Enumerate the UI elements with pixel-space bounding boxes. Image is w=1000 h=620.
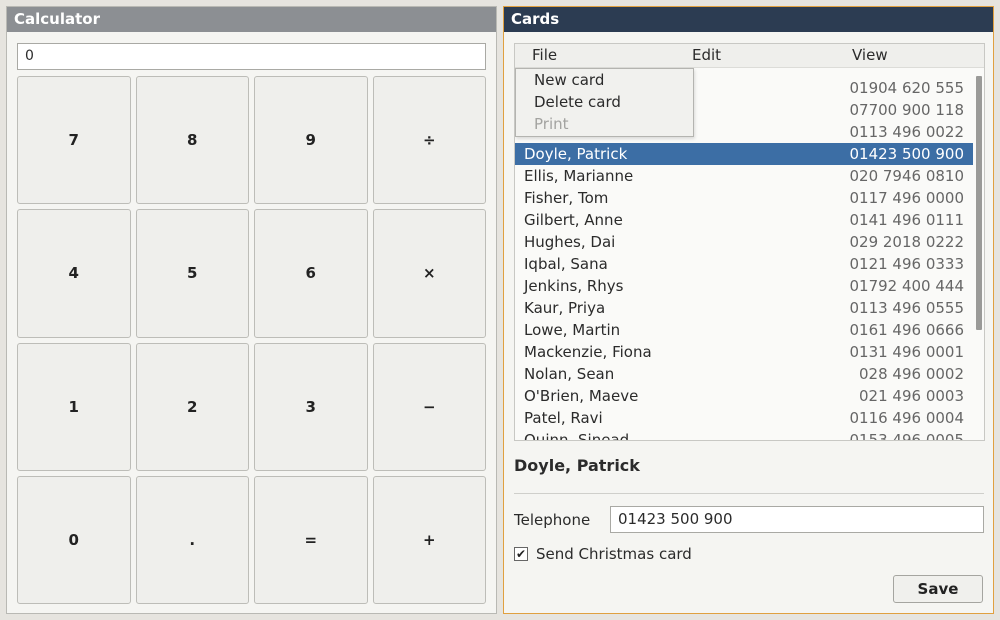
contact-name: Fisher, Tom [524, 189, 609, 207]
contact-phone: 020 7946 0810 [849, 167, 964, 185]
menu-view[interactable]: View [852, 44, 888, 66]
key-6[interactable]: 6 [254, 209, 368, 338]
contact-phone: 0153 496 0005 [849, 431, 964, 441]
contact-phone: 0161 496 0666 [849, 321, 964, 339]
divider [514, 493, 984, 494]
telephone-label: Telephone [514, 511, 591, 529]
contact-row[interactable]: Iqbal, Sana 0121 496 0333 [515, 253, 973, 275]
contact-row[interactable]: Patel, Ravi 0116 496 0004 [515, 407, 973, 429]
key-divide[interactable]: ÷ [372, 76, 486, 205]
file-menu-dropdown: New card Delete card Print [515, 68, 694, 137]
contact-phone: 029 2018 0222 [849, 233, 964, 251]
christmas-card-checkbox[interactable]: ✔ [514, 547, 528, 561]
contact-name: Doyle, Patrick [524, 145, 628, 163]
contact-name: O'Brien, Maeve [524, 387, 639, 405]
menu-item-delete-card[interactable]: Delete card [516, 91, 693, 113]
list-scrollbar[interactable] [976, 76, 982, 436]
save-button[interactable]: Save [893, 575, 983, 603]
key-minus[interactable]: − [372, 342, 486, 471]
key-7[interactable]: 7 [17, 76, 131, 205]
calculator-display[interactable]: 0 [17, 43, 486, 70]
contact-row[interactable]: Doyle, Patrick 01423 500 900 [515, 143, 973, 165]
calculator-keypad: 7 8 9 ÷ 4 5 6 × 1 2 3 − 0 . = + [17, 76, 486, 604]
contact-row[interactable]: Ellis, Marianne 020 7946 0810 [515, 165, 973, 187]
contact-row[interactable]: Mackenzie, Fiona 0131 496 0001 [515, 341, 973, 363]
contact-phone: 0141 496 0111 [849, 211, 964, 229]
menubar: File Edit View [515, 44, 984, 68]
key-9[interactable]: 9 [254, 76, 368, 205]
key-8[interactable]: 8 [135, 76, 249, 205]
contact-phone: 0116 496 0004 [849, 409, 964, 427]
menu-edit[interactable]: Edit [692, 44, 721, 66]
contact-row[interactable]: Fisher, Tom 0117 496 0000 [515, 187, 973, 209]
key-5[interactable]: 5 [135, 209, 249, 338]
scroll-thumb[interactable] [976, 76, 982, 330]
menu-file[interactable]: File [532, 44, 557, 66]
key-multiply[interactable]: × [372, 209, 486, 338]
christmas-card-option[interactable]: ✔ Send Christmas card [514, 545, 692, 563]
calculator-window: Calculator 0 7 8 9 ÷ 4 5 6 × 1 2 3 − 0 .… [6, 6, 497, 614]
contact-name: Mackenzie, Fiona [524, 343, 652, 361]
contact-phone: 0131 496 0001 [849, 343, 964, 361]
contact-row[interactable]: O'Brien, Maeve 021 496 0003 [515, 385, 973, 407]
contact-name: Jenkins, Rhys [524, 277, 624, 295]
menu-item-new-card[interactable]: New card [516, 69, 693, 91]
contact-name: Lowe, Martin [524, 321, 621, 339]
contact-phone: 01792 400 444 [849, 277, 964, 295]
key-2[interactable]: 2 [135, 342, 249, 471]
contact-phone: 01423 500 900 [849, 145, 964, 163]
menu-item-print: Print [534, 115, 569, 133]
contact-phone: 0113 496 0555 [849, 299, 964, 317]
contact-name: Quinn, Sinead [524, 431, 630, 441]
key-equals[interactable]: = [254, 475, 368, 604]
calculator-title: Calculator [7, 7, 496, 32]
contact-row[interactable]: Nolan, Sean 028 496 0002 [515, 363, 973, 385]
contact-phone: 0117 496 0000 [849, 189, 964, 207]
contact-list-panel: File Edit View 01904 620 555 07700 900 11… [514, 43, 985, 441]
contact-phone: 0113 496 0022 [849, 123, 964, 141]
contact-phone: 021 496 0003 [859, 387, 964, 405]
cards-window: Cards File Edit View 01904 620 555 07700 … [503, 6, 994, 614]
contact-name: Hughes, Dai [524, 233, 616, 251]
key-0[interactable]: 0 [17, 475, 131, 604]
cards-title: Cards [504, 7, 993, 32]
contact-phone: 07700 900 118 [849, 101, 964, 119]
contact-row[interactable]: Jenkins, Rhys 01792 400 444 [515, 275, 973, 297]
contact-row[interactable]: Lowe, Martin 0161 496 0666 [515, 319, 973, 341]
detail-name: Doyle, Patrick [514, 456, 640, 475]
key-decimal[interactable]: . [135, 475, 249, 604]
christmas-card-label: Send Christmas card [536, 545, 692, 563]
contact-row[interactable]: Hughes, Dai 029 2018 0222 [515, 231, 973, 253]
contact-name: Gilbert, Anne [524, 211, 623, 229]
key-3[interactable]: 3 [254, 342, 368, 471]
key-1[interactable]: 1 [17, 342, 131, 471]
contact-row[interactable]: Gilbert, Anne 0141 496 0111 [515, 209, 973, 231]
contact-phone: 01904 620 555 [849, 79, 964, 97]
contact-name: Iqbal, Sana [524, 255, 608, 273]
contact-name: Patel, Ravi [524, 409, 603, 427]
telephone-input[interactable]: 01423 500 900 [610, 506, 984, 533]
contact-name: Kaur, Priya [524, 299, 606, 317]
contact-row[interactable]: Quinn, Sinead 0153 496 0005 [515, 429, 973, 441]
contact-phone: 0121 496 0333 [849, 255, 964, 273]
contact-name: Nolan, Sean [524, 365, 615, 383]
contact-row[interactable]: Kaur, Priya 0113 496 0555 [515, 297, 973, 319]
contact-name: Ellis, Marianne [524, 167, 634, 185]
contact-phone: 028 496 0002 [859, 365, 964, 383]
key-4[interactable]: 4 [17, 209, 131, 338]
key-plus[interactable]: + [372, 475, 486, 604]
